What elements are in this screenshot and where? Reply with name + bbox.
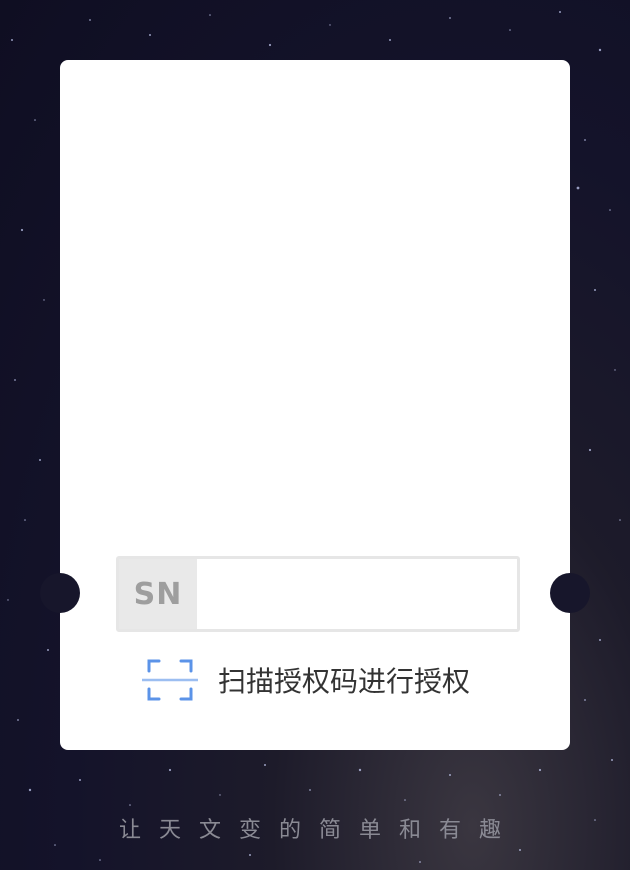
card-notch-right	[550, 573, 590, 613]
footer-slogan: 让天文变的简单和有趣	[118, 818, 519, 843]
sn-field: SN	[116, 556, 520, 632]
authorization-card: SN 扫描授权码进行授权	[40, 60, 590, 750]
card-notch-left	[40, 573, 80, 613]
sn-label: SN	[119, 559, 197, 629]
sn-input[interactable]	[197, 559, 517, 629]
scan-authorization-button[interactable]: 扫描授权码进行授权	[142, 656, 502, 704]
scan-qr-icon	[142, 659, 198, 701]
scan-authorization-label: 扫描授权码进行授权	[218, 665, 471, 698]
